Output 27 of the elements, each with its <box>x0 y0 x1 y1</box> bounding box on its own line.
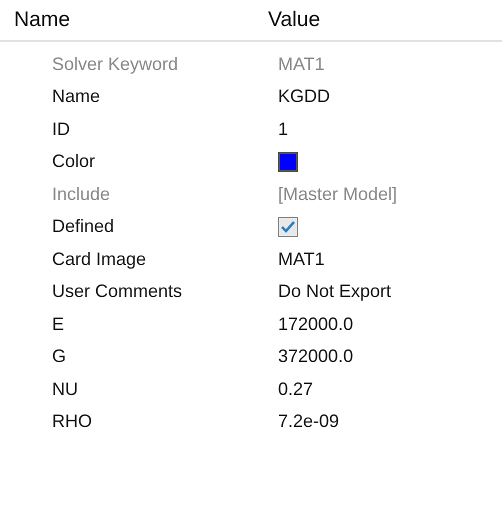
property-name: Include <box>52 182 112 206</box>
property-value: Do Not Export <box>278 280 392 304</box>
property-value: 372000.0 <box>278 345 354 368</box>
property-name: E <box>52 312 66 336</box>
color-swatch[interactable] <box>278 152 298 172</box>
property-name: ID <box>52 118 71 141</box>
property-name: G <box>52 345 68 368</box>
property-value: [Master Model] <box>278 182 398 206</box>
property-name: Defined <box>52 215 116 238</box>
property-name: Solver Keyword <box>52 52 180 76</box>
property-value: MAT1 <box>278 52 325 76</box>
property-value: 0.27 <box>278 378 314 401</box>
property-value: KGDD <box>278 85 330 108</box>
property-name: RHO <box>52 410 93 434</box>
property-value: 7.2e-09 <box>278 410 340 434</box>
property-name: Card Image <box>52 248 148 271</box>
column-header[interactable]: Name <box>0 4 268 36</box>
property-value: MAT1 <box>278 248 325 271</box>
property-name: User Comments <box>52 280 184 304</box>
property-value: 172000.0 <box>278 312 354 336</box>
property-value: 1 <box>278 118 288 141</box>
column-header[interactable]: Value <box>268 4 320 36</box>
property-name: Name <box>52 85 102 108</box>
property-name: NU <box>52 378 79 401</box>
checkmark-icon <box>281 220 295 233</box>
property-name: Color <box>52 150 96 174</box>
checkbox[interactable] <box>278 216 298 237</box>
